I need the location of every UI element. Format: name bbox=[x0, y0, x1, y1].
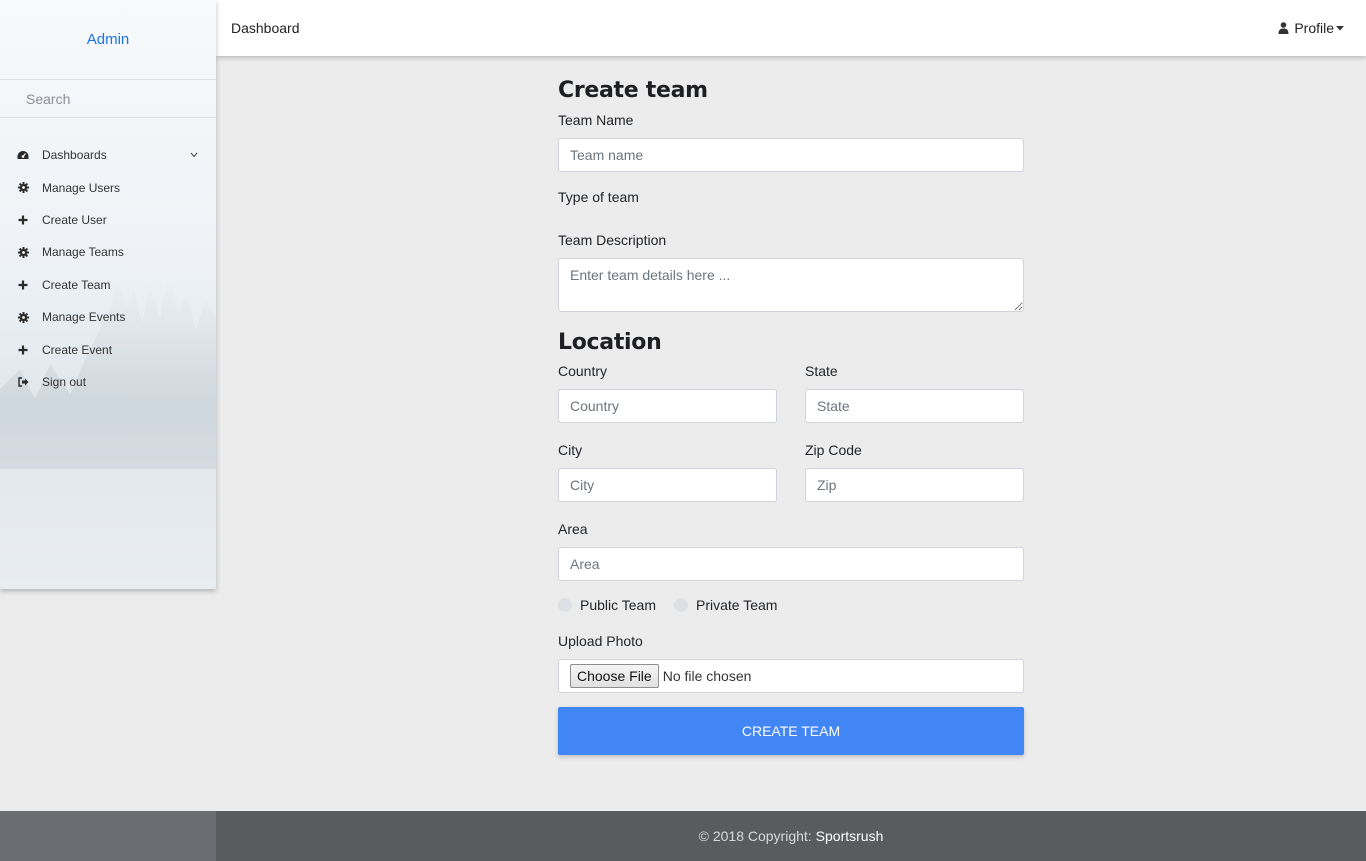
public-team-label: Public Team bbox=[580, 597, 657, 613]
sidebar-item-label: Dashboards bbox=[42, 148, 107, 163]
city-input[interactable] bbox=[558, 468, 777, 502]
sidebar-nav: Dashboards Manage Users Create User Mana… bbox=[0, 118, 216, 398]
page-title: Create team bbox=[558, 78, 708, 103]
private-team-radio[interactable]: Private Team bbox=[674, 597, 777, 613]
no-file-chosen-text: No file chosen bbox=[662, 668, 752, 684]
gear-icon bbox=[17, 182, 29, 194]
admin-link[interactable]: Admin bbox=[87, 31, 130, 48]
footer-sidebar-strip bbox=[0, 811, 216, 861]
sidebar-item-label: Manage Users bbox=[42, 180, 121, 195]
sidebar-item-label: Manage Events bbox=[42, 310, 126, 325]
area-input[interactable] bbox=[558, 547, 1024, 581]
caret-down-icon bbox=[1336, 23, 1344, 33]
sidebar-brand: Admin bbox=[0, 0, 216, 80]
team-type-label: Type of team bbox=[558, 189, 639, 205]
sidebar-item-manage-users[interactable]: Manage Users bbox=[0, 171, 216, 203]
plus-icon bbox=[17, 214, 29, 226]
zip-group: Zip Code bbox=[805, 442, 1024, 502]
sidebar-item-manage-teams[interactable]: Manage Teams bbox=[0, 236, 216, 268]
plus-icon bbox=[17, 344, 29, 356]
photo-file-input: Choose File No file chosen bbox=[558, 659, 1024, 693]
state-input[interactable] bbox=[805, 389, 1024, 423]
profile-label: Profile bbox=[1294, 20, 1334, 36]
sidebar-item-create-team[interactable]: Create Team bbox=[0, 269, 216, 301]
create-team-form: Create team Team Name Type of team Team … bbox=[558, 78, 1024, 755]
area-label: Area bbox=[558, 521, 588, 537]
create-team-button[interactable]: CREATE TEAM bbox=[558, 707, 1024, 755]
sidebar-item-sign-out[interactable]: Sign out bbox=[0, 366, 216, 398]
city-label: City bbox=[558, 442, 583, 458]
gear-icon bbox=[17, 246, 29, 258]
sign-out-icon bbox=[17, 376, 29, 388]
sidebar-item-create-event[interactable]: Create Event bbox=[0, 333, 216, 365]
team-description-label: Team Description bbox=[558, 232, 667, 248]
sidebar-item-create-user[interactable]: Create User bbox=[0, 204, 216, 236]
chevron-down-icon bbox=[190, 150, 198, 161]
country-input[interactable] bbox=[558, 389, 777, 423]
search-input[interactable] bbox=[26, 90, 196, 107]
city-zip-row: City Zip Code bbox=[558, 442, 1024, 502]
sidebar-item-label: Sign out bbox=[42, 374, 87, 389]
zip-code-input[interactable] bbox=[805, 468, 1024, 502]
country-state-row: Country State bbox=[558, 363, 1024, 423]
sidebar-search bbox=[0, 80, 216, 118]
visibility-radio-group: Public Team Private Team bbox=[558, 597, 1024, 613]
radio-circle bbox=[674, 598, 689, 612]
user-icon bbox=[1278, 22, 1289, 34]
country-group: Country bbox=[558, 363, 777, 423]
sidebar: Admin Dashboards Manage Users Create Use… bbox=[0, 0, 216, 589]
sidebar-item-label: Create User bbox=[42, 212, 107, 227]
private-team-label: Private Team bbox=[696, 597, 778, 613]
sidebar-item-label: Create Team bbox=[42, 277, 111, 292]
sidebar-item-dashboards[interactable]: Dashboards bbox=[0, 139, 216, 171]
country-label: Country bbox=[558, 363, 608, 379]
location-heading: Location bbox=[558, 330, 662, 355]
radio-circle bbox=[558, 598, 572, 612]
choose-file-button[interactable]: Choose File bbox=[570, 664, 659, 688]
plus-icon bbox=[17, 279, 29, 291]
state-label: State bbox=[805, 363, 838, 379]
upload-photo-label: Upload Photo bbox=[558, 633, 643, 649]
state-group: State bbox=[805, 363, 1024, 423]
footer-brand-link[interactable]: Sportsrush bbox=[816, 828, 884, 844]
public-team-radio[interactable]: Public Team bbox=[558, 597, 656, 613]
sidebar-item-manage-events[interactable]: Manage Events bbox=[0, 301, 216, 333]
top-navbar: Dashboard Profile bbox=[216, 0, 1366, 56]
team-name-input[interactable] bbox=[558, 138, 1024, 172]
footer: © 2018 Copyright: Sportsrush bbox=[216, 811, 1366, 861]
team-description-textarea[interactable] bbox=[558, 258, 1024, 312]
footer-copyright: © 2018 Copyright: bbox=[698, 828, 812, 844]
zip-code-label: Zip Code bbox=[805, 442, 862, 458]
dashboard-icon bbox=[17, 149, 29, 161]
sidebar-item-label: Create Event bbox=[42, 342, 113, 357]
gear-icon bbox=[17, 311, 29, 323]
city-group: City bbox=[558, 442, 777, 502]
profile-dropdown[interactable]: Profile bbox=[1278, 20, 1344, 36]
sidebar-item-label: Manage Teams bbox=[42, 245, 124, 260]
team-name-label: Team Name bbox=[558, 112, 634, 128]
breadcrumb[interactable]: Dashboard bbox=[231, 20, 300, 36]
